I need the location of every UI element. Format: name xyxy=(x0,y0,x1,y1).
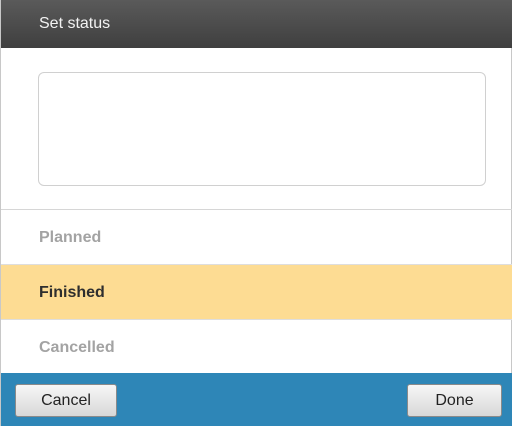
status-option-finished[interactable]: Finished xyxy=(1,265,512,320)
status-option-cancelled[interactable]: Cancelled xyxy=(1,320,512,375)
cancel-button[interactable]: Cancel xyxy=(15,384,117,417)
done-button[interactable]: Done xyxy=(407,384,502,417)
status-option-planned[interactable]: Planned xyxy=(1,210,512,265)
dialog-footer: Cancel Done xyxy=(1,373,512,426)
set-status-dialog: Set status Planned Finished Cancelled Ca… xyxy=(0,0,512,426)
dialog-title: Set status xyxy=(1,0,512,48)
status-note-textarea[interactable] xyxy=(38,72,486,186)
